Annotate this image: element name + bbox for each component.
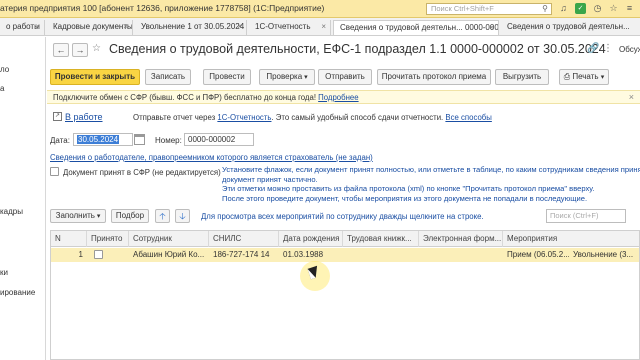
status-check-icon[interactable]: ✓ <box>575 3 586 14</box>
table-header: N Принято Сотрудник СНИЛС Дата рождения … <box>51 231 639 247</box>
back-button[interactable]: ← <box>53 43 69 57</box>
table-hint: Для просмотра всех мероприятий по сотруд… <box>201 212 484 221</box>
banner-more-link[interactable]: Подробнее <box>318 93 358 102</box>
unload-button[interactable]: Выгрузить <box>495 69 549 85</box>
help-tooltip: Установите флажок, если документ принят … <box>222 165 640 203</box>
title-bar: атерия предприятия 100 [абонент 12636, п… <box>0 0 640 18</box>
tab-labor-report[interactable]: Сведения о трудовой деятельн... <box>501 20 640 35</box>
menu-icon[interactable]: ≡ <box>624 3 635 14</box>
column-n[interactable]: N <box>51 231 87 247</box>
close-icon[interactable]: × <box>489 21 494 35</box>
post-and-close-button[interactable]: Провести и закрыть <box>50 69 140 85</box>
sidebar-item-4[interactable]: ки <box>0 268 8 277</box>
table-row[interactable]: 1 Абашин Юрий Ко... 186-727-174 14 01.03… <box>51 248 639 262</box>
check-dropdown-button[interactable]: Проверка <box>259 69 315 85</box>
close-icon[interactable]: × <box>35 20 40 34</box>
move-up-button[interactable]: 🡡 <box>155 209 170 223</box>
pointer-icon <box>307 265 321 280</box>
row-event-dismissal: Увольнение (3... <box>573 250 634 259</box>
history-icon[interactable]: ◷ <box>592 3 603 14</box>
sidebar-item-1[interactable]: ло <box>0 65 9 74</box>
column-birth-date[interactable]: Дата рождения <box>279 231 343 247</box>
tab-reporting[interactable]: 1С-Отчетность × <box>249 20 331 35</box>
page-title: Сведения о трудовой деятельности, ЕФС-1 … <box>109 42 606 56</box>
open-tabs-bar: о работы × Кадровые документы × Увольнение… <box>0 18 640 36</box>
row-birth-date: 01.03.1988 <box>283 250 324 259</box>
number-field[interactable]: 0000-000002 <box>184 133 254 146</box>
sidebar-item-hr[interactable]: кадры <box>0 207 23 216</box>
send-button[interactable]: Отправить <box>318 69 372 85</box>
search-icon: ⚲ <box>542 4 548 13</box>
close-icon[interactable]: × <box>629 92 634 102</box>
move-down-button[interactable]: 🡣 <box>175 209 190 223</box>
arrow-up-icon: 🡡 <box>159 211 166 221</box>
column-employee[interactable]: Сотрудник <box>129 231 209 247</box>
column-labor-book[interactable]: Трудовая книжк... <box>343 231 419 247</box>
printer-icon: ⎙ <box>563 72 571 81</box>
save-button[interactable]: Записать <box>145 69 191 85</box>
read-protocol-button[interactable]: Прочитать протокол приема <box>377 69 491 85</box>
row-snils: 186-727-174 14 <box>213 250 270 259</box>
arrow-right-icon: → <box>75 45 85 55</box>
sidebar-item-5[interactable]: ирование <box>0 288 35 297</box>
send-text-2: . Это самый удобный способ сдачи отчетно… <box>271 113 444 122</box>
column-electronic-form[interactable]: Электронная форм... <box>419 231 503 247</box>
status-in-work-link[interactable]: В работе <box>65 112 103 122</box>
reporting-link[interactable]: 1С-Отчетность <box>217 113 271 122</box>
close-icon[interactable]: × <box>237 20 242 34</box>
column-accepted[interactable]: Принято <box>87 231 129 247</box>
post-button[interactable]: Провести <box>203 69 251 85</box>
global-search-input[interactable]: Поиск Ctrl+Shift+F ⚲ <box>426 3 552 15</box>
row-event-hire: Прием (06.05.2... <box>507 250 569 259</box>
sidebar-item-2[interactable]: а <box>0 84 4 93</box>
promo-banner: Подключите обмен с СФР (бывш. ФСС и ПФР)… <box>47 90 640 104</box>
arrow-down-icon: 🡣 <box>179 211 186 221</box>
row-employee: Абашин Юрий Ко... <box>133 250 205 259</box>
bell-icon[interactable]: ♫ <box>558 3 569 14</box>
row-number: 1 <box>78 250 83 259</box>
select-button[interactable]: Подбор <box>111 209 149 223</box>
discussion-label[interactable]: Обсуж <box>619 45 640 54</box>
calendar-icon[interactable] <box>134 134 145 145</box>
column-snils[interactable]: СНИЛС <box>209 231 279 247</box>
tab-work[interactable]: о работы × <box>0 20 45 35</box>
date-label: Дата: <box>50 136 70 145</box>
close-icon[interactable]: × <box>123 20 128 34</box>
employer-info-link[interactable]: Сведения о работодателе, правопреемником… <box>50 153 373 162</box>
column-events[interactable]: Мероприятия <box>503 231 639 247</box>
employees-table: N Принято Сотрудник СНИЛС Дата рождения … <box>50 230 640 360</box>
accepted-checkbox[interactable] <box>50 167 59 176</box>
table-search-input[interactable]: Поиск (Ctrl+F) <box>546 209 626 223</box>
more-icon[interactable]: ⋮ <box>603 43 613 54</box>
star-icon[interactable]: ☆ <box>608 3 619 14</box>
send-report-icon: ↗ <box>53 112 62 121</box>
left-sidebar: ло а кадры ки ирование <box>0 37 46 360</box>
tab-hr-documents[interactable]: Кадровые документы × <box>47 20 133 35</box>
mouse-cursor-highlight <box>300 261 330 291</box>
tab-labor-report-active[interactable]: Сведения о трудовой деятельн... 0000-000… <box>333 20 499 35</box>
row-accepted-checkbox[interactable] <box>94 250 103 259</box>
app-title: атерия предприятия 100 [абонент 12636, п… <box>0 3 325 13</box>
document-form: ← → ☆ Сведения о трудовой деятельности, … <box>47 37 640 360</box>
favorite-star-icon[interactable]: ☆ <box>92 43 101 54</box>
tab-dismissal[interactable]: Увольнение 1 от 30.05.2024 × <box>135 20 247 35</box>
date-field[interactable]: 30.05.2024 <box>73 133 133 146</box>
print-dropdown-button[interactable]: ⎙ Печать <box>559 69 609 85</box>
forward-button[interactable]: → <box>72 43 88 57</box>
accepted-label: Документ принят в СФР (не редактируется) <box>63 168 221 177</box>
arrow-left-icon: ← <box>56 45 66 55</box>
send-text: Отправьте отчет через <box>133 113 216 122</box>
banner-text: Подключите обмен с СФР (бывш. ФСС и ПФР)… <box>53 93 316 102</box>
all-methods-link[interactable]: Все способы <box>445 113 491 122</box>
close-icon[interactable]: × <box>321 20 326 34</box>
link-icon[interactable]: 🔗 <box>587 43 599 54</box>
fill-dropdown-button[interactable]: Заполнить <box>50 209 106 223</box>
number-label: Номер: <box>155 136 182 145</box>
